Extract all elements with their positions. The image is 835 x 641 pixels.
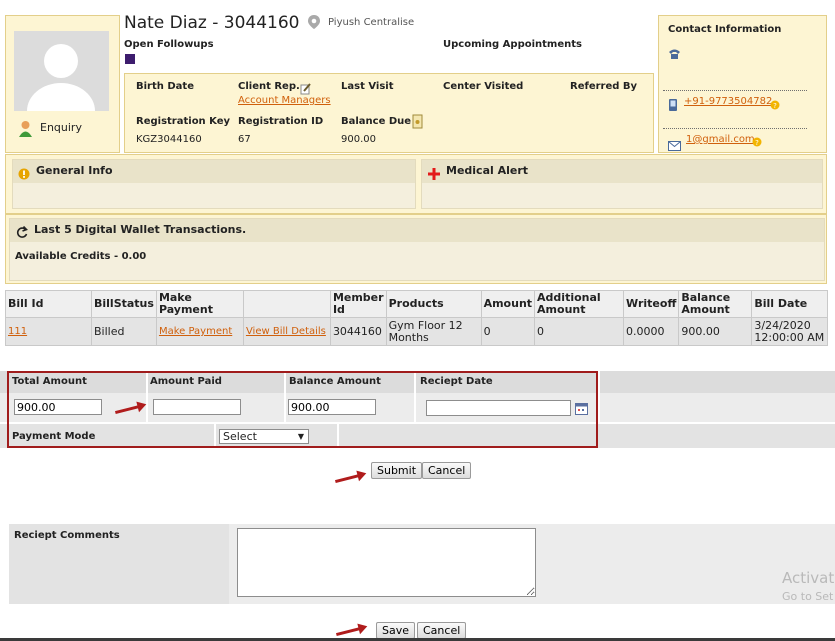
email-envelope-icon [668, 136, 681, 155]
medical-alert-title: Medical Alert [446, 164, 529, 177]
avatar-placeholder-icon [27, 44, 95, 111]
email-help-icon[interactable]: ? [752, 132, 762, 151]
contact-divider [663, 90, 807, 91]
balance-due-value: 900.00 [341, 134, 376, 145]
center-visited-label: Center Visited [443, 81, 524, 92]
phone-help-icon[interactable]: ? [770, 95, 780, 114]
receipt-comments-textarea[interactable] [237, 528, 536, 597]
contact-phone-link[interactable]: +91-9773504782 [684, 96, 772, 107]
registration-key-label: Registration Key [136, 116, 231, 127]
col-header-make-payment: Make Payment [155, 290, 244, 318]
save-button[interactable]: Save [376, 622, 416, 639]
bill-date-cell: 3/24/2020 12:00:00 AM [751, 317, 828, 346]
client-status: Enquiry [40, 121, 82, 134]
registration-key-value: KGZ3044160 [136, 134, 202, 145]
birth-date-label: Birth Date [136, 81, 194, 92]
registration-id-label: Registration ID [238, 116, 324, 127]
products-cell: Gym Floor 12 Months [385, 317, 482, 346]
followup-marker[interactable] [125, 54, 135, 64]
bill-status-cell: Billed [91, 317, 157, 346]
open-followups-label: Open Followups [124, 39, 214, 50]
medical-alert-box: Medical Alert [421, 159, 823, 209]
bills-table: Bill Id BillStatus Make Payment Member I… [5, 290, 828, 346]
col-header-bill-date: Bill Date [751, 290, 828, 318]
telephone-icon [668, 45, 681, 64]
submit-button[interactable]: Submit [371, 462, 423, 479]
svg-text:?: ? [755, 139, 759, 147]
account-managers-link[interactable]: Account Managers [238, 95, 331, 106]
center-name: Piyush Centralise [328, 17, 415, 28]
col-header-products: Products [385, 290, 482, 318]
client-details-panel: Birth Date Client Rep. Account Managers … [124, 73, 654, 153]
bill-id-link[interactable]: 111 [8, 326, 27, 337]
windows-activation-watermark-line1: Activat [782, 569, 835, 587]
bills-header-row: Bill Id BillStatus Make Payment Member I… [5, 290, 828, 318]
col-header-writeoff: Writeoff [623, 290, 680, 318]
client-name-title: Nate Diaz - 3044160 [124, 13, 300, 33]
cancel-payment-button[interactable]: Cancel [422, 462, 472, 479]
registration-id-value: 67 [238, 134, 251, 145]
balance-due-label: Balance Due [341, 116, 412, 127]
cancel-comments-button[interactable]: Cancel [417, 622, 467, 639]
col-header-balance-amount: Balance Amount [678, 290, 753, 318]
enquiry-icon [18, 120, 33, 141]
col-header-amount: Amount [480, 290, 536, 318]
client-rep-label: Client Rep. [238, 81, 300, 92]
upcoming-appointments-label: Upcoming Appointments [443, 39, 582, 50]
general-info-box: General Info [12, 159, 416, 209]
avatar [14, 31, 109, 111]
form-col-separator [598, 371, 600, 422]
col-header-member-id: Member Id [329, 290, 387, 318]
receipt-icon[interactable] [412, 114, 423, 133]
location-pin-icon [307, 14, 321, 34]
contact-divider [663, 128, 807, 129]
general-info-title: General Info [36, 164, 113, 177]
member-id-cell: 3044160 [329, 317, 387, 346]
table-row: 111 Billed Make Payment View Bill Detail… [5, 317, 828, 346]
refresh-icon[interactable] [16, 224, 28, 243]
windows-activation-watermark-line2: Go to Set [782, 590, 834, 603]
info-icon [18, 165, 30, 184]
additional-amount-cell: 0 [534, 317, 625, 346]
col-header-additional-amount: Additional Amount [534, 290, 625, 318]
client-photo-panel: Enquiry [5, 15, 120, 153]
payment-form-highlight [7, 371, 598, 448]
svg-text:?: ? [773, 102, 777, 110]
contact-info-panel: Contact Information +91-9773504782 ? 1@g… [658, 15, 827, 153]
make-payment-link[interactable]: Make Payment [159, 326, 232, 337]
balance-amount-cell: 900.00 [678, 317, 753, 346]
mobile-phone-icon [668, 97, 678, 116]
col-header-blank [242, 290, 331, 318]
wallet-title: Last 5 Digital Wallet Transactions. [34, 223, 247, 236]
arrow-to-submit [335, 474, 360, 483]
medical-cross-icon [428, 165, 440, 184]
col-header-bill-id: Bill Id [5, 290, 92, 318]
arrow-to-save [336, 627, 361, 636]
available-credits: Available Credits - 0.00 [15, 251, 147, 262]
last-visit-label: Last Visit [341, 81, 394, 92]
contact-info-title: Contact Information [668, 24, 782, 35]
amount-cell: 0 [480, 317, 536, 346]
view-bill-details-link[interactable]: View Bill Details [246, 326, 326, 337]
writeoff-cell: 0.0000 [623, 317, 680, 346]
referred-by-label: Referred By [570, 81, 638, 92]
receipt-comments-label: Reciept Comments [14, 530, 120, 541]
wallet-box: Last 5 Digital Wallet Transactions. Avai… [9, 218, 825, 281]
contact-email-link[interactable]: 1@gmail.com [686, 134, 755, 145]
col-header-bill-status: BillStatus [91, 290, 157, 318]
